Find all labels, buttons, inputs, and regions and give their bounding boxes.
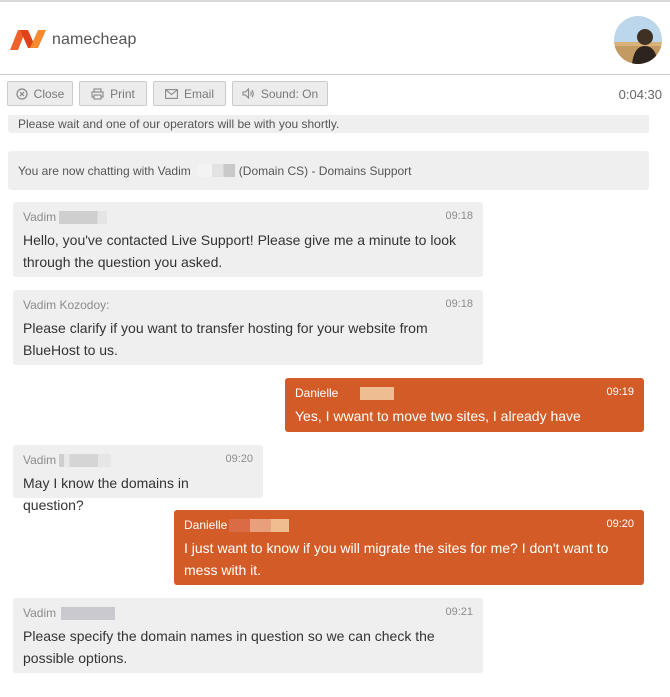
system-message-connected: You are now chatting with Vadim (Domain …	[8, 151, 649, 190]
redacted-name	[196, 164, 235, 177]
message-time: 09:18	[445, 210, 473, 222]
chat-message-agent: Vadim 09:18 Hello, you've contacted Live…	[13, 202, 483, 277]
system-message-suffix: (Domain CS) - Domains Support	[238, 163, 412, 178]
print-button-label: Print	[110, 86, 135, 101]
system-message-prefix: You are now chatting with Vadim	[18, 163, 191, 178]
message-text: Please specify the domain names in quest…	[23, 628, 435, 666]
redacted-surname	[359, 387, 394, 401]
system-message-wait: Please wait and one of our operators wil…	[8, 115, 649, 133]
sound-toggle-button[interactable]: Sound: On	[232, 81, 328, 106]
chat-message-agent: Vadim Kozodoy: 09:18 Please clarify if y…	[13, 290, 483, 365]
message-sender: Danielle	[295, 386, 394, 401]
message-time: 09:18	[445, 298, 473, 310]
brand-name: namecheap	[52, 31, 137, 48]
chat-message-agent: Vadim 09:21 Please specify the domain na…	[13, 598, 483, 673]
message-sender: Vadim	[23, 210, 108, 225]
message-sender: Vadim	[23, 606, 116, 621]
namecheap-logo-icon	[10, 30, 46, 50]
header: namecheap	[0, 2, 670, 75]
chat-message-user: Danielle 09:19 Yes, I wwant to move two …	[285, 378, 644, 446]
message-sender: Vadim	[23, 453, 112, 468]
chat-transcript[interactable]: Please wait and one of our operators wil…	[0, 115, 670, 697]
speaker-icon	[242, 88, 254, 99]
close-circle-icon	[16, 87, 28, 100]
chat-message-user: Danielle 09:20 I just want to know if yo…	[174, 510, 644, 585]
print-button[interactable]: Print	[79, 81, 147, 106]
avatar	[614, 16, 662, 64]
chat-timer: 0:04:30	[618, 87, 662, 102]
printer-icon	[91, 87, 104, 100]
message-text: Please clarify if you want to transfer h…	[23, 320, 428, 358]
envelope-icon	[165, 88, 178, 99]
close-button[interactable]: Close	[7, 81, 73, 106]
chat-message-agent: Vadim 09:20 May I know the domains in qu…	[13, 445, 263, 513]
message-time: 09:20	[606, 518, 634, 530]
redacted-surname	[59, 211, 108, 225]
message-time: 09:19	[606, 386, 634, 398]
redacted-surname	[229, 519, 290, 533]
message-time: 09:21	[445, 606, 473, 618]
chat-toolbar: Close Print Email Sound: On 0:04:30	[0, 75, 670, 115]
message-sender: Danielle	[184, 518, 290, 533]
sound-button-label: Sound: On	[260, 86, 319, 101]
message-time: 09:20	[225, 453, 253, 465]
system-message-text: Please wait and one of our operators wil…	[18, 117, 340, 131]
redacted-surname	[59, 454, 112, 468]
email-button[interactable]: Email	[153, 81, 226, 106]
close-button-label: Close	[33, 86, 65, 101]
email-button-label: Email	[183, 86, 214, 101]
message-text: Yes, I wwant to move two sites, I alread…	[295, 408, 581, 446]
message-text: I just want to know if you will migrate …	[184, 540, 609, 578]
redacted-surname	[61, 607, 116, 621]
message-sender: Vadim Kozodoy:	[23, 298, 110, 312]
message-text: Hello, you've contacted Live Support! Pl…	[23, 232, 457, 270]
